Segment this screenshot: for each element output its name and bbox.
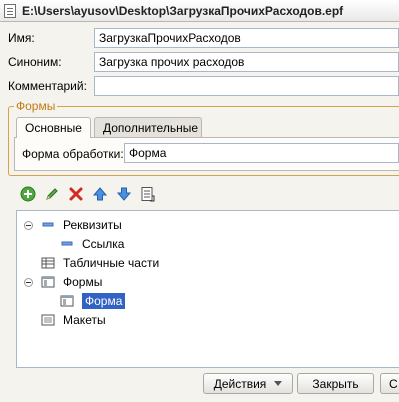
comment-label: Комментарий: [8,79,87,93]
properties-button[interactable] [140,186,156,202]
form-label: Форма обработки: [22,147,124,161]
partial-button-label: С [389,376,398,391]
name-input[interactable]: ЗагрузкаПрочихРасходов [94,28,399,48]
forms-icon [41,276,55,288]
move-up-icon [92,187,108,201]
form-icon [60,295,74,307]
form-input[interactable]: Форма [124,143,399,163]
synonym-label: Синоним: [8,55,62,69]
chevron-down-icon [274,381,283,386]
tree-item-requisites[interactable]: Реквизиты [24,216,122,234]
metadata-tree[interactable]: Реквизиты Ссылка Табличные части Формы Ф… [16,210,399,368]
tree-toolbar [20,186,156,202]
collapse-icon[interactable] [24,220,33,230]
forms-group-title: Формы [14,99,58,113]
tree-item-forms[interactable]: Формы [24,273,102,291]
tab-additional[interactable]: Дополнительные [94,117,202,137]
requisite-icon [41,219,55,231]
tab-basic[interactable]: Основные [16,117,91,138]
tree-item-label: Макеты [63,313,106,327]
comment-input[interactable] [94,76,399,96]
edit-button[interactable] [44,186,60,202]
move-up-button[interactable] [92,186,108,202]
tree-item-label: Формы [63,275,103,289]
tree-item-label-selected: Форма [82,293,126,309]
actions-button-label: Действия [213,376,267,391]
delete-icon [69,187,83,201]
close-button-label: Закрыть [312,376,359,391]
form-input-value: Форма [129,146,167,160]
window-title: E:\Users\ayusov\Desktop\ЗагрузкаПрочихРа… [22,3,344,18]
tree-item-ref[interactable]: Ссылка [60,235,124,253]
template-icon [41,314,55,326]
delete-button[interactable] [68,186,84,202]
move-down-icon [116,187,132,201]
partial-button[interactable]: С [380,373,399,394]
tree-item-form[interactable]: Форма [60,292,126,310]
edit-icon [46,188,58,200]
properties-icon [141,187,155,202]
tree-item-tabular-parts[interactable]: Табличные части [41,254,159,272]
table-icon [41,257,55,269]
close-button[interactable]: Закрыть [297,373,374,394]
attribute-icon [60,238,74,250]
document-icon [4,3,16,18]
tree-item-label: Табличные части [63,256,160,270]
actions-button[interactable]: Действия [203,373,293,394]
tree-item-label: Реквизиты [63,218,122,232]
name-label: Имя: [8,31,35,45]
collapse-icon[interactable] [24,277,33,287]
tree-item-label: Ссылка [82,237,125,251]
move-down-button[interactable] [116,186,132,202]
add-button[interactable] [20,186,36,202]
synonym-input[interactable]: Загрузка прочих расходов [94,52,399,72]
tree-item-templates[interactable]: Макеты [41,311,106,329]
window-title-bar: E:\Users\ayusov\Desktop\ЗагрузкаПрочихРа… [0,0,399,22]
add-icon [20,186,36,202]
